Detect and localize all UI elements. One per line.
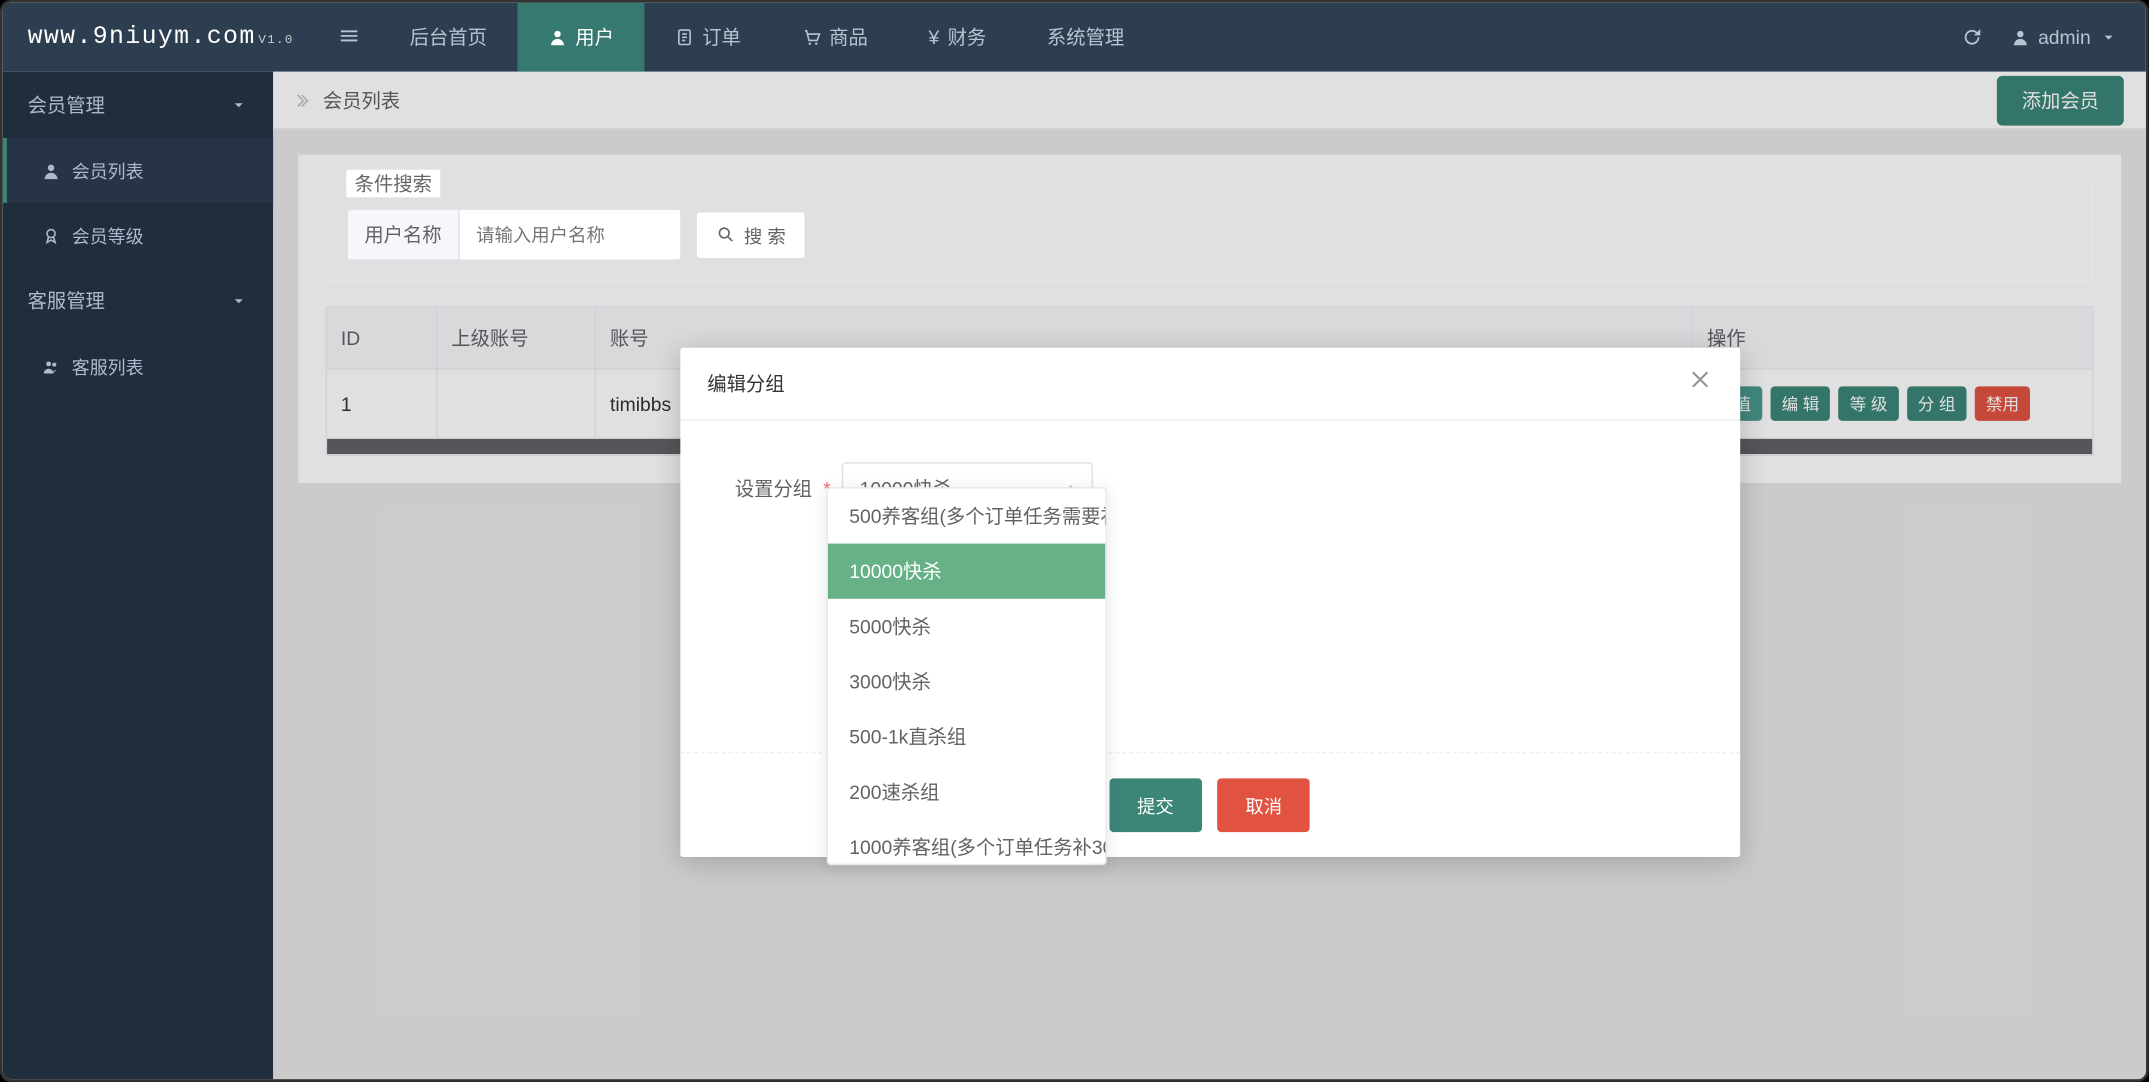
sidebar: 会员管理 会员列表 会员等级 客服管理 客服列表 [3, 72, 273, 1079]
nav-finance[interactable]: ¥ 财务 [898, 3, 1016, 72]
nav-products[interactable]: 商品 [771, 3, 898, 72]
users-icon [41, 357, 60, 376]
dropdown-option[interactable]: 500-1k直杀组 [827, 709, 1104, 764]
dropdown-option[interactable]: 500养客组(多个订单任务需要补200) [827, 489, 1104, 544]
refresh-icon[interactable] [1961, 26, 1983, 48]
sidebar-item-member-level[interactable]: 会员等级 [3, 203, 273, 268]
edit-group-modal: 编辑分组 设置分组 * 10000快杀 [680, 348, 1740, 857]
submit-button[interactable]: 提交 [1109, 778, 1201, 832]
top-bar: www.9niuym.comV1.0 后台首页 用户 订单 商品 ¥ 财务 [3, 3, 2146, 72]
chevron-down-icon [2099, 28, 2118, 47]
yen-icon: ¥ [929, 26, 940, 48]
logo: www.9niuym.comV1.0 [3, 23, 319, 51]
nav-orders[interactable]: 订单 [644, 3, 771, 72]
close-icon [1687, 367, 1712, 392]
menu-toggle[interactable] [319, 24, 380, 50]
dropdown-option[interactable]: 5000快杀 [827, 599, 1104, 654]
user-icon [41, 161, 60, 180]
medal-icon [41, 226, 60, 245]
main-content: 会员列表 添加会员 条件搜索 用户名称 [273, 72, 2146, 1079]
form-label-group: 设置分组 [735, 475, 812, 503]
nav-home[interactable]: 后台首页 [379, 3, 517, 72]
user-menu[interactable]: admin [2010, 26, 2118, 48]
modal-mask: 编辑分组 设置分组 * 10000快杀 [273, 72, 2146, 1079]
sidebar-group-members[interactable]: 会员管理 [3, 72, 273, 138]
cancel-button[interactable]: 取消 [1218, 778, 1310, 832]
group-dropdown[interactable]: 500养客组(多个订单任务需要补200)10000快杀5000快杀3000快杀5… [826, 487, 1106, 865]
dropdown-option[interactable]: 10000快杀 [827, 544, 1104, 599]
order-icon [675, 28, 694, 47]
nav-users[interactable]: 用户 [517, 3, 644, 72]
modal-title: 编辑分组 [707, 370, 784, 398]
sidebar-item-service-list[interactable]: 客服列表 [3, 334, 273, 399]
dropdown-option[interactable]: 3000快杀 [827, 654, 1104, 709]
user-icon [2010, 28, 2029, 47]
dropdown-option[interactable]: 1000养客组(多个订单任务补300) [827, 820, 1104, 866]
modal-close-button[interactable] [1687, 367, 1712, 400]
top-nav: 后台首页 用户 订单 商品 ¥ 财务 系统管理 [379, 3, 1154, 72]
nav-system[interactable]: 系统管理 [1017, 3, 1155, 72]
cart-icon [802, 28, 821, 47]
sidebar-group-service[interactable]: 客服管理 [3, 268, 273, 334]
chevron-down-icon [229, 95, 248, 114]
sidebar-item-member-list[interactable]: 会员列表 [3, 138, 273, 203]
dropdown-option[interactable]: 200速杀组 [827, 765, 1104, 820]
chevron-down-icon [229, 291, 248, 310]
user-icon [548, 28, 567, 47]
hamburger-icon [338, 24, 360, 46]
